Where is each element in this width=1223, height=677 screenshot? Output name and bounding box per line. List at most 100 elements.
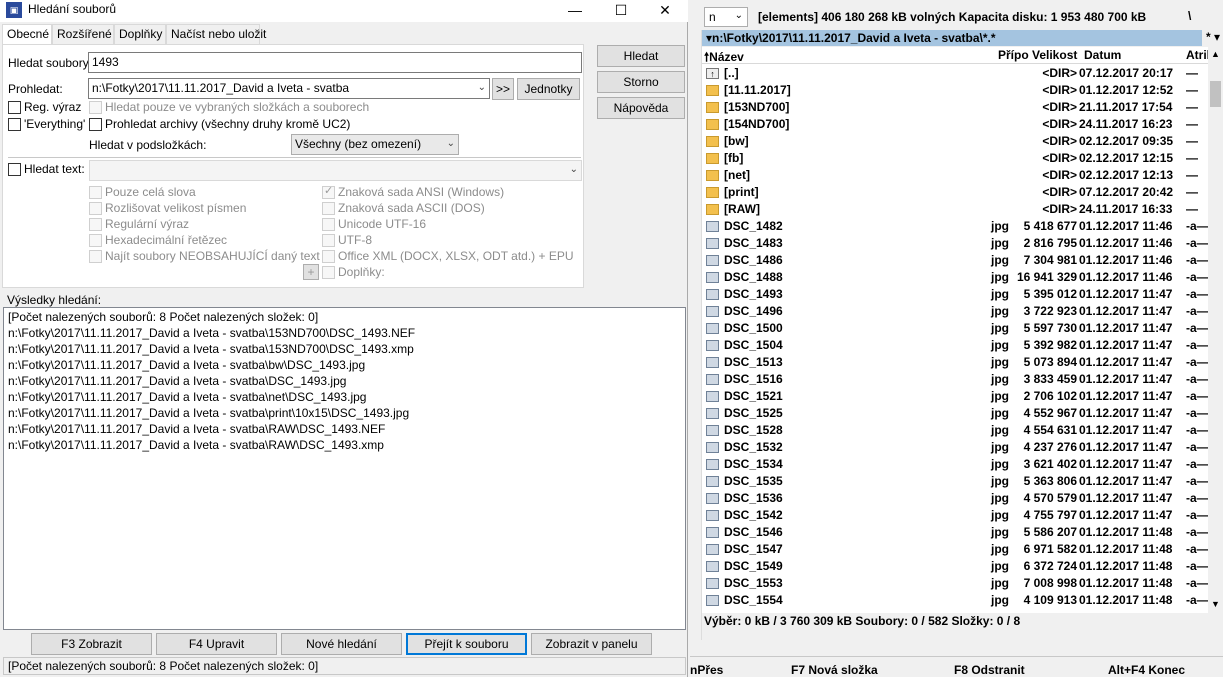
- search-button[interactable]: Hledat: [597, 45, 685, 67]
- text-regex-checkbox[interactable]: [89, 218, 102, 231]
- fkey-exit[interactable]: Alt+F4 Konec: [1108, 663, 1185, 677]
- tab-general[interactable]: Obecné: [2, 24, 52, 45]
- whole-words-label: Pouze celá slova: [105, 185, 196, 199]
- cancel-button[interactable]: Storno: [597, 71, 685, 93]
- file-row[interactable]: DSC_1547 jpg 6 971 582 01.12.2017 11:48 -a—: [702, 541, 1208, 558]
- column-date[interactable]: Datum: [1084, 48, 1121, 62]
- result-item[interactable]: n:\Fotky\2017\11.11.2017_David a Iveta -…: [8, 406, 409, 420]
- file-row[interactable]: DSC_1486 jpg 7 304 981 01.12.2017 11:46 -a—: [702, 252, 1208, 269]
- feed-to-panel-button[interactable]: Zobrazit v panelu: [531, 633, 652, 655]
- plugins-checkbox[interactable]: [322, 266, 335, 279]
- result-item[interactable]: n:\Fotky\2017\11.11.2017_David a Iveta -…: [8, 422, 385, 436]
- file-row[interactable]: DSC_1528 jpg 4 554 631 01.12.2017 11:47 -a—: [702, 422, 1208, 439]
- file-row[interactable]: DSC_1521 jpg 2 706 102 01.12.2017 11:47 -a—: [702, 388, 1208, 405]
- file-row[interactable]: DSC_1532 jpg 4 237 276 01.12.2017 11:47 -a—: [702, 439, 1208, 456]
- file-row[interactable]: DSC_1516 jpg 3 833 459 01.12.2017 11:47 -a—: [702, 371, 1208, 388]
- result-item[interactable]: n:\Fotky\2017\11.11.2017_David a Iveta -…: [8, 438, 384, 452]
- edit-button[interactable]: F4 Upravit: [156, 633, 277, 655]
- file-row[interactable]: DSC_1504 jpg 5 392 982 01.12.2017 11:47 -a—: [702, 337, 1208, 354]
- file-row[interactable]: DSC_1493 jpg 5 395 012 01.12.2017 11:47 -a—: [702, 286, 1208, 303]
- tab-plugins[interactable]: Doplňky: [114, 24, 166, 44]
- close-icon[interactable]: ✕: [642, 0, 688, 22]
- plugins-add-button[interactable]: +: [303, 264, 319, 280]
- file-row[interactable]: [bw] <DIR> 02.12.2017 09:35 —: [702, 133, 1208, 150]
- fkey-move[interactable]: nPřes: [690, 663, 723, 677]
- file-list[interactable]: 🠕Název Přípo Velikost Datum Atribut ↑ [..…: [702, 47, 1208, 613]
- maximize-icon[interactable]: ☐: [598, 0, 644, 22]
- result-item[interactable]: n:\Fotky\2017\11.11.2017_David a Iveta -…: [8, 326, 415, 340]
- view-button[interactable]: F3 Zobrazit: [31, 633, 152, 655]
- result-item[interactable]: n:\Fotky\2017\11.11.2017_David a Iveta -…: [8, 374, 346, 388]
- browse-arrows-button[interactable]: >>: [492, 78, 514, 100]
- file-row[interactable]: [154ND700] <DIR> 24.11.2017 16:23 —: [702, 116, 1208, 133]
- path-filter[interactable]: * ▾: [1204, 30, 1223, 46]
- archives-checkbox[interactable]: [89, 118, 102, 131]
- hex-checkbox[interactable]: [89, 234, 102, 247]
- find-text-input[interactable]: ⌄: [89, 160, 582, 181]
- file-row[interactable]: [11.11.2017] <DIR> 01.12.2017 12:52 —: [702, 82, 1208, 99]
- fkey-new-folder[interactable]: F7 Nová složka: [791, 663, 878, 677]
- selected-only-checkbox[interactable]: [89, 101, 102, 114]
- file-row[interactable]: DSC_1482 jpg 5 418 677 01.12.2017 11:46 -a—: [702, 218, 1208, 235]
- file-icon: [706, 289, 719, 300]
- file-row[interactable]: DSC_1488 jpg 16 941 329 01.12.2017 11:46 -a—: [702, 269, 1208, 286]
- file-row[interactable]: DSC_1483 jpg 2 816 795 01.12.2017 11:46 -a—: [702, 235, 1208, 252]
- drives-button[interactable]: Jednotky: [517, 78, 580, 100]
- fkey-delete[interactable]: F8 Odstranit: [954, 663, 1025, 677]
- whole-words-checkbox[interactable]: [89, 186, 102, 199]
- file-row[interactable]: [fb] <DIR> 02.12.2017 12:15 —: [702, 150, 1208, 167]
- file-list-scrollbar[interactable]: ▲ ▼: [1208, 47, 1223, 613]
- column-ext[interactable]: Přípo: [998, 48, 1029, 62]
- regex-checkbox[interactable]: [8, 101, 21, 114]
- tab-advanced[interactable]: Rozšířené: [52, 24, 114, 44]
- go-to-file-button[interactable]: Přejít k souboru: [406, 633, 527, 655]
- file-row[interactable]: DSC_1536 jpg 4 570 579 01.12.2017 11:47 -a—: [702, 490, 1208, 507]
- root-button[interactable]: \: [1188, 9, 1191, 23]
- office-xml-checkbox[interactable]: [322, 250, 335, 263]
- column-size[interactable]: Velikost: [1032, 48, 1077, 62]
- result-item[interactable]: n:\Fotky\2017\11.11.2017_David a Iveta -…: [8, 358, 365, 372]
- file-row[interactable]: DSC_1534 jpg 3 621 402 01.12.2017 11:47 -a—: [702, 456, 1208, 473]
- file-row[interactable]: DSC_1500 jpg 5 597 730 01.12.2017 11:47 -a—: [702, 320, 1208, 337]
- scrollbar-thumb[interactable]: [1210, 81, 1221, 107]
- file-row[interactable]: [RAW] <DIR> 24.11.2017 16:33 —: [702, 201, 1208, 218]
- minimize-icon[interactable]: —: [552, 0, 598, 22]
- help-button[interactable]: Nápověda: [597, 97, 685, 119]
- file-row[interactable]: [153ND700] <DIR> 21.11.2017 17:54 —: [702, 99, 1208, 116]
- result-item[interactable]: n:\Fotky\2017\11.11.2017_David a Iveta -…: [8, 342, 414, 356]
- current-path[interactable]: ▾n:\Fotky\2017\11.11.2017_David a Iveta …: [702, 30, 1202, 46]
- scroll-down-icon[interactable]: ▼: [1211, 599, 1220, 609]
- search-files-input[interactable]: 1493: [88, 52, 582, 73]
- file-row[interactable]: DSC_1553 jpg 7 008 998 01.12.2017 11:48 -a—: [702, 575, 1208, 592]
- find-text-checkbox[interactable]: [8, 163, 21, 176]
- file-row[interactable]: [net] <DIR> 02.12.2017 12:13 —: [702, 167, 1208, 184]
- new-search-button[interactable]: Nové hledání: [281, 633, 402, 655]
- file-row[interactable]: DSC_1542 jpg 4 755 797 01.12.2017 11:47 -a—: [702, 507, 1208, 524]
- not-containing-checkbox[interactable]: [89, 250, 102, 263]
- results-list[interactable]: [Počet nalezených souborů: 8 Počet nalez…: [3, 307, 686, 630]
- file-row[interactable]: DSC_1496 jpg 3 722 923 01.12.2017 11:47 -a—: [702, 303, 1208, 320]
- app-icon: ▣: [6, 2, 22, 18]
- case-sensitive-checkbox[interactable]: [89, 202, 102, 215]
- column-attr[interactable]: Atribut: [1186, 48, 1208, 62]
- file-row[interactable]: DSC_1546 jpg 5 586 207 01.12.2017 11:48 -a—: [702, 524, 1208, 541]
- result-item[interactable]: n:\Fotky\2017\11.11.2017_David a Iveta -…: [8, 390, 366, 404]
- ansi-checkbox[interactable]: [322, 184, 335, 199]
- subdirs-select[interactable]: Všechny (bez omezení) ⌄: [291, 134, 459, 155]
- file-row[interactable]: ↑ [..] <DIR> 07.12.2017 20:17 —: [702, 65, 1208, 82]
- file-row[interactable]: [print] <DIR> 07.12.2017 20:42 —: [702, 184, 1208, 201]
- file-row[interactable]: DSC_1525 jpg 4 552 967 01.12.2017 11:47 -a—: [702, 405, 1208, 422]
- search-in-combo[interactable]: n:\Fotky\2017\11.11.2017_David a Iveta -…: [88, 78, 490, 99]
- file-name: DSC_1542: [724, 508, 783, 522]
- ascii-checkbox[interactable]: [322, 202, 335, 215]
- utf16-checkbox[interactable]: [322, 218, 335, 231]
- file-row[interactable]: DSC_1535 jpg 5 363 806 01.12.2017 11:47 -a—: [702, 473, 1208, 490]
- file-row[interactable]: DSC_1513 jpg 5 073 894 01.12.2017 11:47 -a—: [702, 354, 1208, 371]
- drive-selector[interactable]: n ⌄: [704, 7, 748, 27]
- everything-checkbox[interactable]: [8, 118, 21, 131]
- file-row[interactable]: DSC_1554 jpg 4 109 913 01.12.2017 11:48 -a—: [702, 592, 1208, 609]
- tab-load-save[interactable]: Načíst nebo uložit: [166, 24, 266, 44]
- scroll-up-icon[interactable]: ▲: [1211, 49, 1220, 59]
- file-row[interactable]: DSC_1549 jpg 6 372 724 01.12.2017 11:48 -a—: [702, 558, 1208, 575]
- utf8-checkbox[interactable]: [322, 234, 335, 247]
